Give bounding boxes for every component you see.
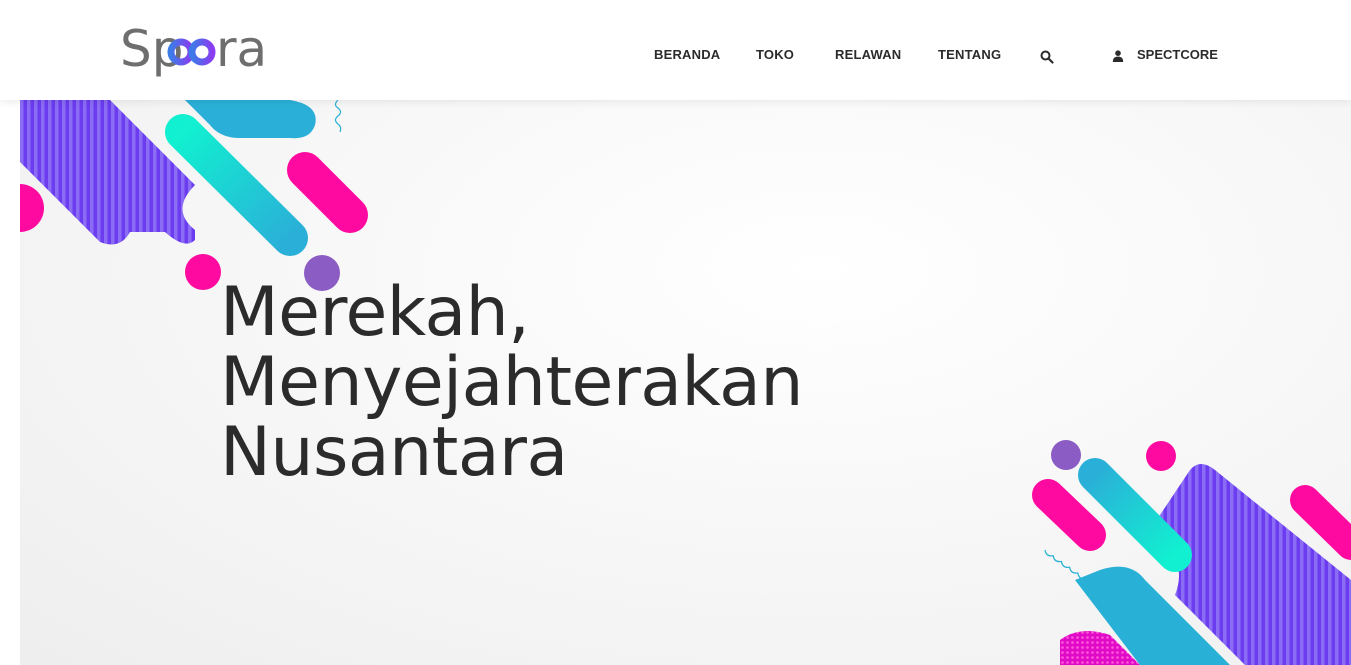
hero-banner: Merekah, Menyejahterakan Nusantara <box>20 100 1351 665</box>
headline-line-1: Merekah, <box>220 273 530 352</box>
hero-headline: Merekah, Menyejahterakan Nusantara <box>220 278 803 488</box>
user-icon <box>1112 50 1124 62</box>
logo-text-right: ra <box>216 20 267 78</box>
spora-logo-mark: Sp ra <box>120 20 267 78</box>
search-icon[interactable] <box>1040 50 1054 64</box>
nav-tentang[interactable]: TENTANG <box>938 47 1001 62</box>
user-name: SPECTCORE <box>1137 47 1218 62</box>
nav-relawan[interactable]: RELAWAN <box>835 47 901 62</box>
nav-toko[interactable]: TOKO <box>756 47 794 62</box>
headline-line-3: Nusantara <box>220 413 568 492</box>
headline-line-2: Menyejahterakan <box>220 343 803 422</box>
spora-logo[interactable]: Sp ra <box>120 16 270 82</box>
nav-beranda[interactable]: BERANDA <box>654 47 720 62</box>
decorative-shapes-bottom-right <box>1032 440 1351 665</box>
site-header: Sp ra BERANDA TOKO RELAWAN TENTANG SPECT… <box>0 0 1351 100</box>
